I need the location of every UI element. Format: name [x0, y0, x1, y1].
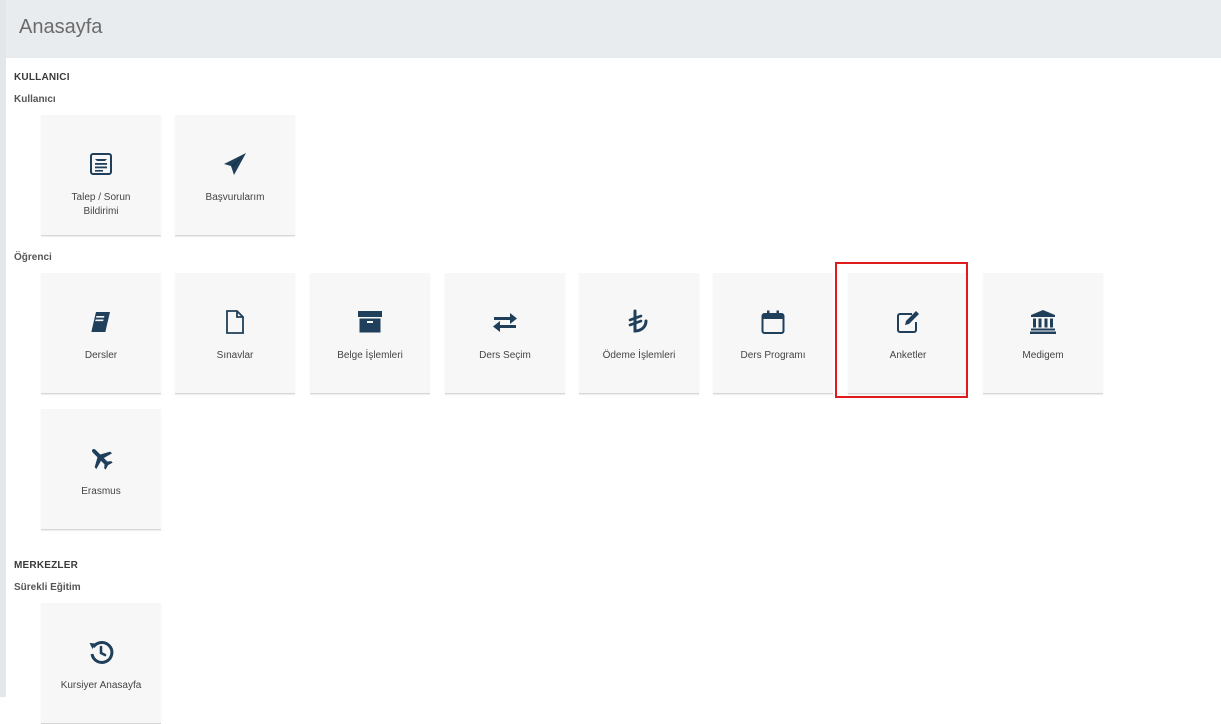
- tile-dersler[interactable]: Dersler: [41, 273, 161, 394]
- tile-anketler[interactable]: Anketler: [848, 273, 968, 394]
- lira-sign-icon: [626, 309, 652, 335]
- tile-ders-programi[interactable]: Ders Programı: [713, 273, 833, 394]
- section-title-merkezler: MERKEZLER: [14, 560, 79, 571]
- tile-medigem[interactable]: Medigem: [983, 273, 1103, 394]
- main-content: KULLANICI Kullanıcı Talep / Sorun Bildir…: [6, 58, 1221, 724]
- tile-basvurularim[interactable]: Başvurularım: [175, 115, 295, 236]
- tile-erasmus[interactable]: Erasmus: [41, 409, 161, 530]
- university-building-icon: [1030, 309, 1056, 335]
- tile-label-line1: Talep / Sorun: [71, 192, 131, 203]
- tile-label: Ödeme İşlemleri: [602, 350, 676, 361]
- tile-label: Talep / Sorun Bildirimi: [47, 191, 155, 219]
- page-header: Anasayfa: [6, 0, 1221, 58]
- group-title-surekli-egitim: Sürekli Eğitim: [14, 582, 81, 593]
- tile-label: Ders Programı: [740, 350, 806, 361]
- tile-belge-islemleri[interactable]: Belge İşlemleri: [310, 273, 430, 394]
- tile-label: Dersler: [84, 350, 118, 361]
- tile-kursiyer-anasayfa[interactable]: Kursiyer Anasayfa: [41, 603, 161, 724]
- tile-ders-secim[interactable]: Ders Seçim: [445, 273, 565, 394]
- tile-label: Ders Seçim: [479, 350, 531, 361]
- page-title: Anasayfa: [19, 16, 103, 38]
- section-title-kullanici: KULLANICI: [14, 72, 70, 83]
- paper-plane-icon: [222, 151, 248, 177]
- tile-label: Belge İşlemleri: [337, 350, 403, 361]
- tile-label-line2: Bildirimi: [83, 206, 119, 217]
- exchange-arrows-icon: [492, 309, 518, 335]
- tile-label: Sınavlar: [216, 350, 254, 361]
- tile-odeme-islemleri[interactable]: Ödeme İşlemleri: [579, 273, 699, 394]
- tile-label: Başvurularım: [205, 192, 265, 203]
- plane-icon: [88, 445, 114, 471]
- tile-sinavlar[interactable]: Sınavlar: [175, 273, 295, 394]
- tile-label: Erasmus: [81, 486, 121, 497]
- group-title-kullanici: Kullanıcı: [14, 94, 56, 105]
- tile-label: Kursiyer Anasayfa: [60, 680, 142, 691]
- history-icon: [88, 639, 114, 665]
- tile-talep-sorun-bildirimi[interactable]: Talep / Sorun Bildirimi: [41, 115, 161, 236]
- group-title-ogrenci: Öğrenci: [14, 252, 52, 263]
- tile-label: Medigem: [1022, 350, 1064, 361]
- edit-icon: [895, 309, 921, 335]
- tile-label: Anketler: [889, 350, 927, 361]
- newspaper-icon: [88, 151, 114, 177]
- calendar-icon: [760, 309, 786, 335]
- archive-icon: [357, 309, 383, 335]
- book-icon: [88, 309, 114, 335]
- file-icon: [222, 309, 248, 335]
